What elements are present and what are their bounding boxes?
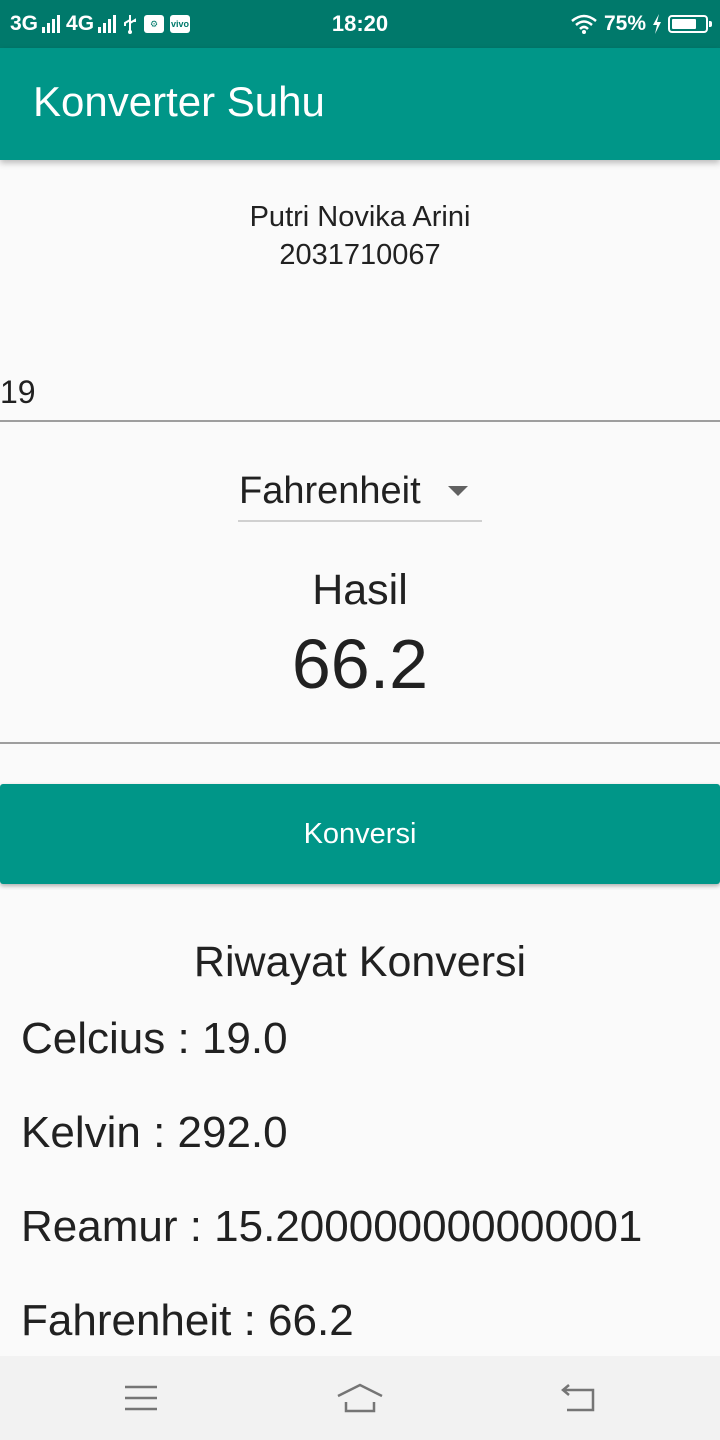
history-list: Celcius : 19.0 Kelvin : 292.0 Reamur : 1… xyxy=(21,1010,711,1386)
history-title: Riwayat Konversi xyxy=(193,938,527,986)
status-bar: 3G 4G ⚙ vivo 18:20 75% xyxy=(0,0,720,48)
student-name: Putri Novika Arini xyxy=(249,201,471,233)
result-value: 66.2 xyxy=(291,625,429,703)
student-info: Putri Novika Arini 2031710067 xyxy=(0,198,720,274)
home-button[interactable] xyxy=(300,1356,420,1440)
battery-fill xyxy=(672,19,696,29)
result-label: Hasil xyxy=(312,566,408,614)
battery-icon xyxy=(668,15,712,33)
back-button[interactable] xyxy=(519,1356,639,1440)
back-icon xyxy=(561,1384,595,1412)
history-item-celcius: Celcius : 19.0 xyxy=(21,1014,288,1063)
battery-percent: 75% xyxy=(603,12,646,35)
app-bar: Konverter Suhu xyxy=(0,48,720,160)
charging-icon xyxy=(653,14,661,34)
history-item-kelvin: Kelvin : 292.0 xyxy=(21,1108,288,1157)
unit-dropdown[interactable]: Fahrenheit xyxy=(238,462,482,522)
temperature-input[interactable] xyxy=(0,370,700,414)
dropdown-arrow-icon xyxy=(448,486,468,496)
app-title: Konverter Suhu xyxy=(33,78,325,125)
status-bar-right: 75% xyxy=(570,0,712,48)
navigation-bar xyxy=(0,1356,720,1440)
divider xyxy=(0,742,720,744)
student-id: 2031710067 xyxy=(279,239,441,271)
unit-dropdown-value: Fahrenheit xyxy=(239,469,421,512)
wifi-icon xyxy=(571,14,597,34)
convert-button[interactable]: Konversi xyxy=(0,784,720,884)
home-icon xyxy=(337,1383,383,1413)
menu-button[interactable] xyxy=(81,1356,201,1440)
menu-icon xyxy=(125,1385,157,1411)
temperature-input-field xyxy=(0,330,720,422)
history-item-reamur: Reamur : 15.200000000000001 xyxy=(21,1202,643,1251)
